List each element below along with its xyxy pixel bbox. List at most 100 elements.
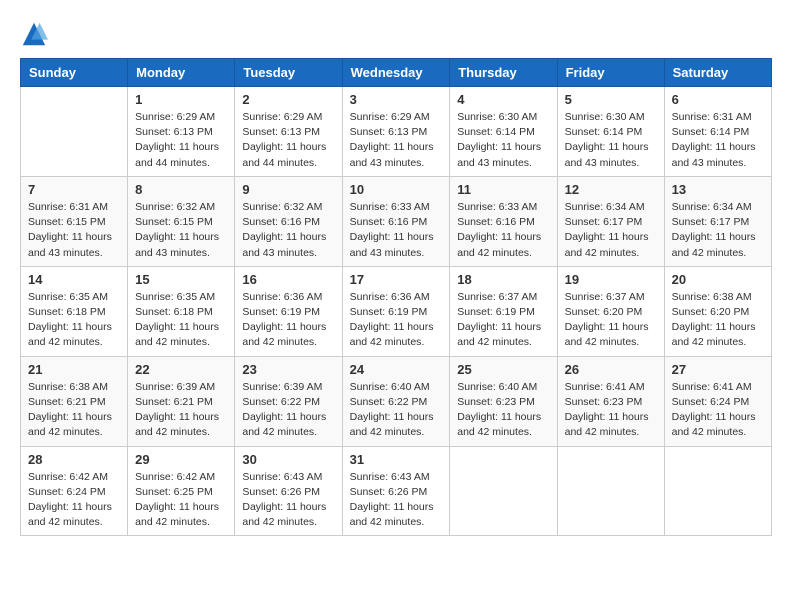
table-row: 7 Sunrise: 6:31 AM Sunset: 6:15 PM Daylig… (21, 176, 128, 266)
calendar-week-row: 28 Sunrise: 6:42 AM Sunset: 6:24 PM Dayli… (21, 446, 772, 536)
page-header (20, 20, 772, 48)
day-info: Sunrise: 6:34 AM Sunset: 6:17 PM Dayligh… (565, 200, 657, 261)
day-info: Sunrise: 6:35 AM Sunset: 6:18 PM Dayligh… (135, 290, 227, 351)
day-info: Sunrise: 6:31 AM Sunset: 6:14 PM Dayligh… (672, 110, 764, 171)
logo-icon (20, 20, 48, 48)
day-number: 17 (350, 272, 443, 287)
day-info: Sunrise: 6:43 AM Sunset: 6:26 PM Dayligh… (350, 470, 443, 531)
day-info: Sunrise: 6:42 AM Sunset: 6:24 PM Dayligh… (28, 470, 120, 531)
day-info: Sunrise: 6:29 AM Sunset: 6:13 PM Dayligh… (242, 110, 334, 171)
day-number: 3 (350, 92, 443, 107)
table-row: 13 Sunrise: 6:34 AM Sunset: 6:17 PM Dayli… (664, 176, 771, 266)
day-number: 5 (565, 92, 657, 107)
day-number: 22 (135, 362, 227, 377)
table-row: 14 Sunrise: 6:35 AM Sunset: 6:18 PM Dayli… (21, 266, 128, 356)
logo (20, 20, 50, 48)
day-info: Sunrise: 6:37 AM Sunset: 6:19 PM Dayligh… (457, 290, 549, 351)
day-number: 27 (672, 362, 764, 377)
day-info: Sunrise: 6:30 AM Sunset: 6:14 PM Dayligh… (565, 110, 657, 171)
table-row: 28 Sunrise: 6:42 AM Sunset: 6:24 PM Dayli… (21, 446, 128, 536)
day-info: Sunrise: 6:42 AM Sunset: 6:25 PM Dayligh… (135, 470, 227, 531)
day-number: 14 (28, 272, 120, 287)
day-number: 26 (565, 362, 657, 377)
table-row: 5 Sunrise: 6:30 AM Sunset: 6:14 PM Daylig… (557, 87, 664, 177)
table-row: 23 Sunrise: 6:39 AM Sunset: 6:22 PM Dayli… (235, 356, 342, 446)
table-row (450, 446, 557, 536)
table-row: 3 Sunrise: 6:29 AM Sunset: 6:13 PM Daylig… (342, 87, 450, 177)
day-number: 7 (28, 182, 120, 197)
day-info: Sunrise: 6:29 AM Sunset: 6:13 PM Dayligh… (350, 110, 443, 171)
day-info: Sunrise: 6:37 AM Sunset: 6:20 PM Dayligh… (565, 290, 657, 351)
day-info: Sunrise: 6:35 AM Sunset: 6:18 PM Dayligh… (28, 290, 120, 351)
day-number: 13 (672, 182, 764, 197)
day-number: 24 (350, 362, 443, 377)
day-number: 19 (565, 272, 657, 287)
table-row: 17 Sunrise: 6:36 AM Sunset: 6:19 PM Dayli… (342, 266, 450, 356)
table-row: 25Sunrise: 6:40 AM Sunset: 6:23 PM Dayli… (450, 356, 557, 446)
day-info: Sunrise: 6:40 AM Sunset: 6:23 PM Dayligh… (457, 380, 549, 441)
table-row: 20 Sunrise: 6:38 AM Sunset: 6:20 PM Dayli… (664, 266, 771, 356)
day-number: 31 (350, 452, 443, 467)
day-info: Sunrise: 6:39 AM Sunset: 6:21 PM Dayligh… (135, 380, 227, 441)
table-row: 1 Sunrise: 6:29 AM Sunset: 6:13 PM Daylig… (128, 87, 235, 177)
day-info: Sunrise: 6:38 AM Sunset: 6:20 PM Dayligh… (672, 290, 764, 351)
table-row: 27Sunrise: 6:41 AM Sunset: 6:24 PM Dayli… (664, 356, 771, 446)
day-info: Sunrise: 6:40 AM Sunset: 6:22 PM Dayligh… (350, 380, 443, 441)
day-info: Sunrise: 6:34 AM Sunset: 6:17 PM Dayligh… (672, 200, 764, 261)
day-info: Sunrise: 6:36 AM Sunset: 6:19 PM Dayligh… (350, 290, 443, 351)
day-info: Sunrise: 6:43 AM Sunset: 6:26 PM Dayligh… (242, 470, 334, 531)
day-info: Sunrise: 6:38 AM Sunset: 6:21 PM Dayligh… (28, 380, 120, 441)
col-header-thursday: Thursday (450, 59, 557, 87)
table-row: 2 Sunrise: 6:29 AM Sunset: 6:13 PM Daylig… (235, 87, 342, 177)
table-row: 29Sunrise: 6:42 AM Sunset: 6:25 PM Dayli… (128, 446, 235, 536)
day-number: 20 (672, 272, 764, 287)
col-header-saturday: Saturday (664, 59, 771, 87)
day-number: 30 (242, 452, 334, 467)
day-number: 23 (242, 362, 334, 377)
table-row: 31 Sunrise: 6:43 AM Sunset: 6:26 PM Dayli… (342, 446, 450, 536)
table-row (557, 446, 664, 536)
day-info: Sunrise: 6:36 AM Sunset: 6:19 PM Dayligh… (242, 290, 334, 351)
day-info: Sunrise: 6:41 AM Sunset: 6:23 PM Dayligh… (565, 380, 657, 441)
table-row (21, 87, 128, 177)
calendar-week-row: 7 Sunrise: 6:31 AM Sunset: 6:15 PM Daylig… (21, 176, 772, 266)
table-row: 21 Sunrise: 6:38 AM Sunset: 6:21 PM Dayli… (21, 356, 128, 446)
table-row: 9 Sunrise: 6:32 AM Sunset: 6:16 PM Daylig… (235, 176, 342, 266)
day-number: 10 (350, 182, 443, 197)
table-row: 24 Sunrise: 6:40 AM Sunset: 6:22 PM Dayli… (342, 356, 450, 446)
day-number: 9 (242, 182, 334, 197)
calendar-header-row: SundayMondayTuesdayWednesdayThursdayFrid… (21, 59, 772, 87)
day-number: 1 (135, 92, 227, 107)
table-row (664, 446, 771, 536)
table-row: 18Sunrise: 6:37 AM Sunset: 6:19 PM Dayli… (450, 266, 557, 356)
calendar-table: SundayMondayTuesdayWednesdayThursdayFrid… (20, 58, 772, 536)
day-number: 21 (28, 362, 120, 377)
calendar-week-row: 1 Sunrise: 6:29 AM Sunset: 6:13 PM Daylig… (21, 87, 772, 177)
day-info: Sunrise: 6:31 AM Sunset: 6:15 PM Dayligh… (28, 200, 120, 261)
table-row: 26 Sunrise: 6:41 AM Sunset: 6:23 PM Dayli… (557, 356, 664, 446)
day-number: 16 (242, 272, 334, 287)
day-info: Sunrise: 6:29 AM Sunset: 6:13 PM Dayligh… (135, 110, 227, 171)
table-row: 12 Sunrise: 6:34 AM Sunset: 6:17 PM Dayli… (557, 176, 664, 266)
day-info: Sunrise: 6:33 AM Sunset: 6:16 PM Dayligh… (457, 200, 549, 261)
table-row: 15 Sunrise: 6:35 AM Sunset: 6:18 PM Dayli… (128, 266, 235, 356)
table-row: 19 Sunrise: 6:37 AM Sunset: 6:20 PM Dayli… (557, 266, 664, 356)
day-number: 6 (672, 92, 764, 107)
table-row: 16 Sunrise: 6:36 AM Sunset: 6:19 PM Dayli… (235, 266, 342, 356)
day-number: 15 (135, 272, 227, 287)
calendar-week-row: 14 Sunrise: 6:35 AM Sunset: 6:18 PM Dayli… (21, 266, 772, 356)
col-header-tuesday: Tuesday (235, 59, 342, 87)
day-number: 2 (242, 92, 334, 107)
day-number: 28 (28, 452, 120, 467)
table-row: 11Sunrise: 6:33 AM Sunset: 6:16 PM Dayli… (450, 176, 557, 266)
day-number: 12 (565, 182, 657, 197)
day-number: 4 (457, 92, 549, 107)
day-info: Sunrise: 6:32 AM Sunset: 6:15 PM Dayligh… (135, 200, 227, 261)
day-info: Sunrise: 6:32 AM Sunset: 6:16 PM Dayligh… (242, 200, 334, 261)
table-row: 22 Sunrise: 6:39 AM Sunset: 6:21 PM Dayli… (128, 356, 235, 446)
day-info: Sunrise: 6:33 AM Sunset: 6:16 PM Dayligh… (350, 200, 443, 261)
col-header-friday: Friday (557, 59, 664, 87)
day-info: Sunrise: 6:30 AM Sunset: 6:14 PM Dayligh… (457, 110, 549, 171)
col-header-monday: Monday (128, 59, 235, 87)
day-info: Sunrise: 6:39 AM Sunset: 6:22 PM Dayligh… (242, 380, 334, 441)
